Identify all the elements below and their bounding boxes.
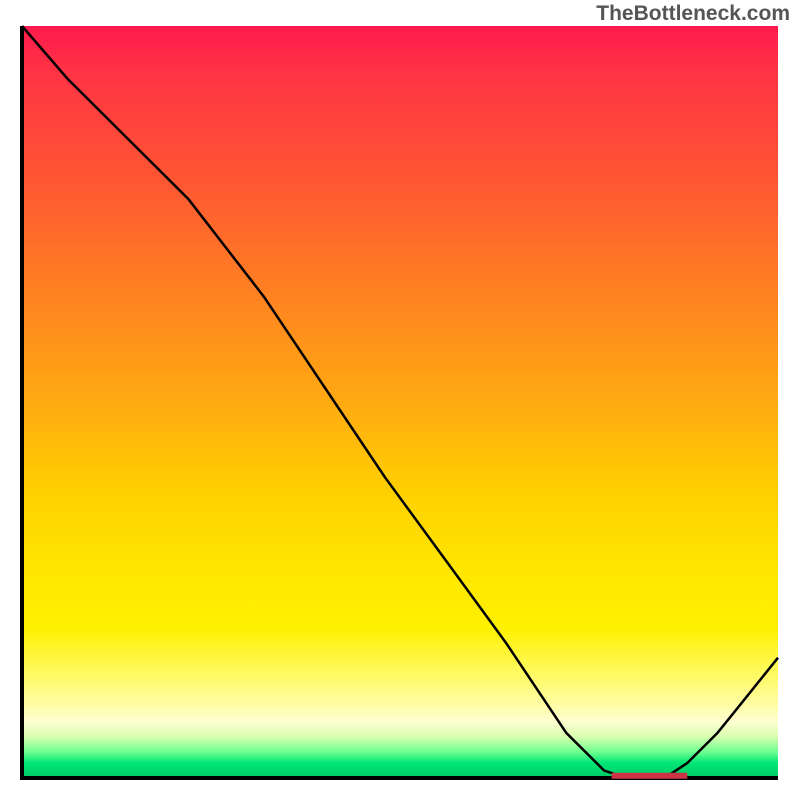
- axes: [22, 26, 778, 778]
- bottleneck-curve: [22, 26, 778, 778]
- chart-svg: [0, 0, 800, 800]
- watermark-text: TheBottleneck.com: [596, 2, 790, 26]
- axis-frame: [22, 26, 778, 778]
- chart-container: TheBottleneck.com: [0, 0, 800, 800]
